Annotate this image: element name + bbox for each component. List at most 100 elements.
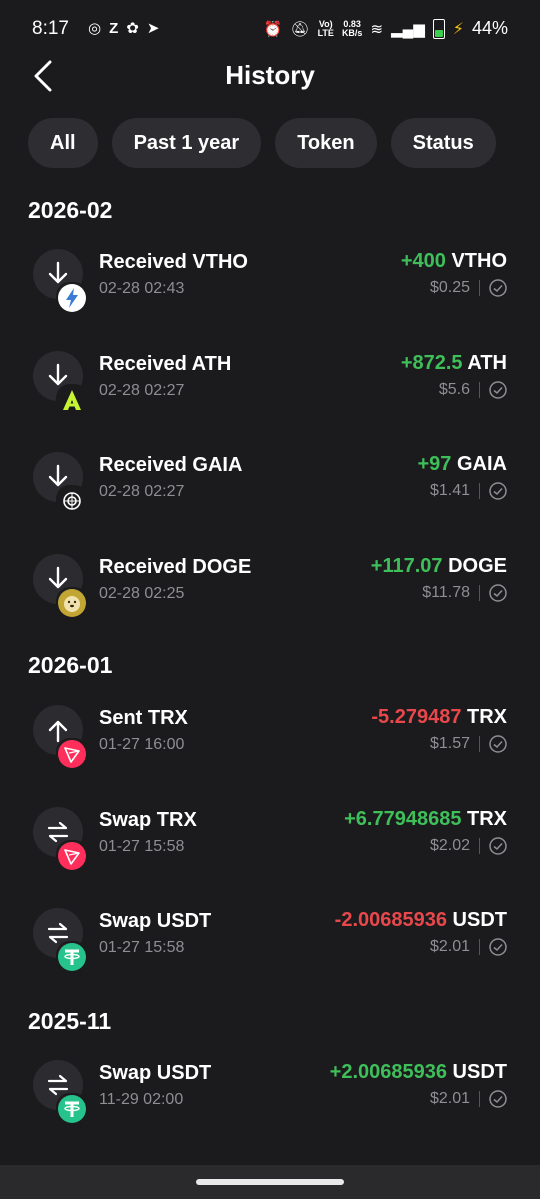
amount-value: +400	[400, 250, 446, 272]
transaction-row[interactable]: Received DOGE 02-28 02:25 +117.07 DOGE $…	[0, 554, 540, 638]
telegram-icon: ➤	[146, 20, 160, 37]
clock: 8:17	[32, 18, 69, 39]
amount-value: -2.00685936	[334, 909, 447, 931]
transaction-date: 02-28 02:27	[99, 483, 185, 500]
ath-token-icon	[56, 384, 88, 416]
transaction-date: 01-27 15:58	[99, 939, 185, 956]
amount-value: +117.07	[370, 555, 443, 577]
transaction-date: 01-27 15:58	[99, 838, 185, 855]
wifi-icon: ≋	[370, 20, 384, 38]
transaction-row[interactable]: Swap USDT 11-29 02:00 +2.00685936 USDT $…	[0, 1060, 540, 1144]
transaction-usd-row: $0.25	[430, 279, 507, 297]
month-header: 2026-02	[28, 197, 113, 223]
amount-symbol: USDT	[452, 909, 507, 931]
header: History	[0, 50, 540, 102]
transaction-row[interactable]: Received VTHO 02-28 02:43 +400 VTHO $0.2…	[0, 249, 540, 333]
transaction-usd-row: $11.78	[422, 584, 507, 602]
divider	[479, 838, 480, 854]
usd-value: $2.01	[429, 938, 470, 955]
whatsapp-icon: ◎	[88, 20, 102, 37]
transaction-title: Swap USDT	[99, 1062, 212, 1084]
usd-value: $0.25	[429, 279, 470, 296]
check-circle-icon	[489, 938, 507, 956]
transaction-row[interactable]: Received GAIA 02-28 02:27 +97 GAIA $1.41	[0, 452, 540, 536]
battery-icon	[432, 18, 445, 39]
transaction-title: Swap USDT	[99, 910, 212, 932]
mute-icon: 🔕︎	[290, 20, 310, 38]
transaction-amount: -2.00685936 USDT	[335, 909, 507, 932]
usd-value: $11.78	[422, 584, 470, 601]
transaction-title: Received GAIA	[99, 454, 243, 476]
transaction-date: 02-28 02:43	[99, 280, 185, 297]
usdt-token-icon	[56, 941, 88, 973]
home-gesture-handle[interactable]	[196, 1179, 344, 1185]
transaction-title: Received ATH	[99, 353, 232, 375]
amount-symbol: TRX	[467, 706, 507, 728]
transaction-amount: +2.00685936 USDT	[330, 1061, 507, 1084]
volte-icon: Vo) LTE	[317, 18, 334, 38]
divider	[479, 736, 480, 752]
amount-symbol: TRX	[467, 808, 507, 830]
transaction-row[interactable]: Swap TRX 01-27 15:58 +6.77948685 TRX $2.…	[0, 807, 540, 891]
transaction-date: 02-28 02:27	[99, 382, 185, 399]
system-icons: ⏰ 🔕︎ Vo) LTE 0.83 KB/s ≋ ▂▄▆ ⚡ 44%	[264, 18, 508, 39]
transaction-usd-row: $5.6	[439, 381, 507, 399]
alarm-icon: ⏰	[263, 20, 283, 38]
month-header: 2026-01	[28, 652, 113, 678]
app-z-icon: Z	[109, 20, 119, 37]
transaction-usd-row: $2.01	[430, 938, 507, 956]
transaction-title: Received DOGE	[99, 556, 252, 578]
transaction-usd-row: $2.02	[430, 837, 507, 855]
network-speed: 0.83 KB/s	[341, 18, 363, 38]
usd-value: $1.57	[429, 735, 470, 752]
check-circle-icon	[489, 735, 507, 753]
vtho-token-icon	[56, 282, 88, 314]
filter-status[interactable]: Status	[390, 118, 496, 168]
month-header: 2025-11	[28, 1008, 112, 1034]
transaction-usd-row: $1.41	[430, 482, 507, 500]
transaction-amount: +6.77948685 TRX	[344, 808, 507, 831]
filter-all[interactable]: All	[28, 118, 98, 168]
usd-value: $2.01	[429, 1090, 470, 1107]
transaction-date: 01-27 16:00	[99, 736, 185, 753]
transaction-row[interactable]: Sent TRX 01-27 16:00 -5.279487 TRX $1.57	[0, 705, 540, 789]
transaction-date: 11-29 02:00	[99, 1091, 184, 1108]
divider	[479, 939, 480, 955]
check-circle-icon	[489, 837, 507, 855]
usdt-token-icon	[56, 1093, 88, 1125]
amount-value: -5.279487	[371, 706, 462, 728]
filter-token[interactable]: Token	[275, 118, 377, 168]
check-circle-icon	[489, 381, 507, 399]
divider	[479, 1091, 480, 1107]
check-circle-icon	[489, 1090, 507, 1108]
divider	[479, 382, 480, 398]
page-title: History	[225, 60, 315, 90]
transaction-amount: +400 VTHO	[401, 250, 507, 273]
gaia-token-icon	[56, 485, 88, 517]
transaction-amount: +872.5 ATH	[401, 352, 507, 375]
trx-token-icon	[56, 840, 88, 872]
transaction-row[interactable]: Received ATH 02-28 02:27 +872.5 ATH $5.6	[0, 351, 540, 435]
transaction-date: 02-28 02:25	[99, 585, 185, 602]
transaction-title: Received VTHO	[99, 251, 248, 273]
usd-value: $2.02	[429, 837, 470, 854]
amount-symbol: DOGE	[448, 555, 507, 577]
amount-symbol: VTHO	[451, 250, 507, 272]
divider	[479, 280, 480, 296]
battery-percent: 44%	[471, 18, 508, 38]
amount-value: +6.77948685	[344, 808, 462, 830]
transaction-usd-row: $1.57	[430, 735, 507, 753]
app-swirl-icon: ✿	[126, 20, 139, 37]
charging-icon: ⚡	[452, 20, 464, 38]
doge-token-icon	[56, 587, 88, 619]
amount-value: +97	[417, 453, 452, 475]
amount-value: +2.00685936	[329, 1061, 447, 1083]
amount-symbol: USDT	[452, 1061, 507, 1083]
transaction-amount: -5.279487 TRX	[371, 706, 507, 729]
filter-bar: All Past 1 year Token Status	[28, 118, 512, 168]
navigation-bar	[0, 1165, 540, 1199]
transaction-row[interactable]: Swap USDT 01-27 15:58 -2.00685936 USDT $…	[0, 908, 540, 992]
check-circle-icon	[489, 584, 507, 602]
notification-icons: ◎ Z ✿ ➤	[88, 20, 159, 38]
filter-past-year[interactable]: Past 1 year	[111, 118, 262, 168]
